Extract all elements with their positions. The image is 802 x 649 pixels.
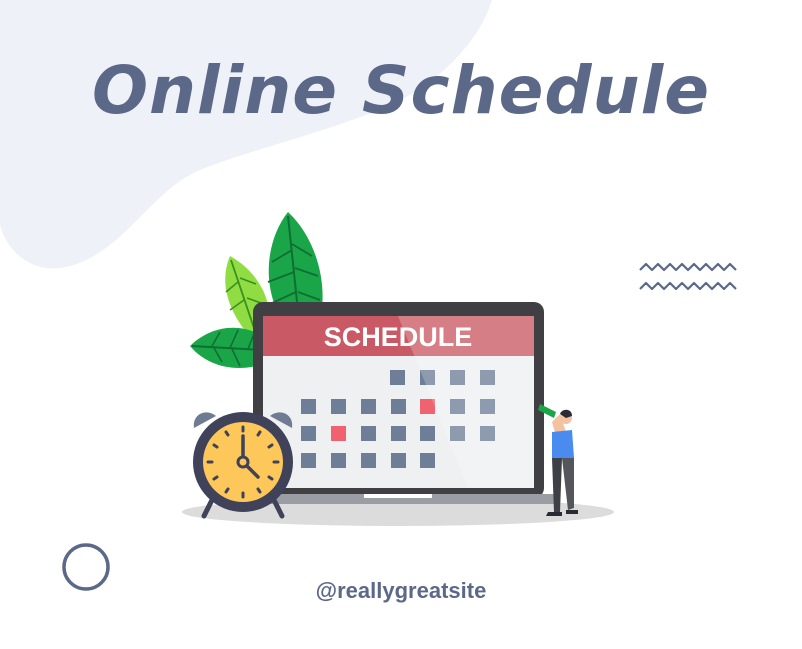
calendar-cell	[391, 453, 406, 468]
calendar-cell	[331, 399, 346, 414]
page-title: Online Schedule	[91, 52, 711, 129]
calendar-cell	[301, 453, 316, 468]
calendar-cell	[391, 399, 406, 414]
calendar-cell	[301, 399, 316, 414]
calendar-cell	[331, 453, 346, 468]
site-handle: @reallygreatsite	[315, 578, 487, 603]
calendar-cell	[390, 370, 405, 385]
calendar-cell	[391, 426, 406, 441]
calendar-cell-highlight	[331, 426, 346, 441]
calendar-cell	[361, 426, 376, 441]
calendar-cell	[361, 453, 376, 468]
calendar-cell	[301, 426, 316, 441]
calendar-cell	[361, 399, 376, 414]
calendar-cell	[420, 426, 435, 441]
background-blob	[0, 0, 492, 269]
calendar-cell	[420, 453, 435, 468]
zigzag-decoration	[639, 262, 737, 291]
